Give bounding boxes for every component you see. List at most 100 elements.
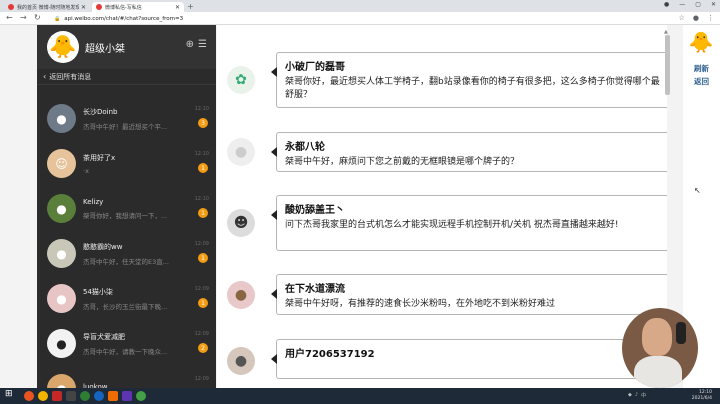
url-text: api.weibo.com/chat/#/chat?source_from=3 bbox=[64, 15, 184, 22]
close-icon[interactable]: ✕ bbox=[175, 4, 180, 11]
input-method-icon[interactable]: 中 bbox=[641, 392, 646, 399]
network-icon[interactable]: ◆ bbox=[628, 392, 632, 399]
message-bubble: 在下水道漂流 桀哥中午好呀，有推荐的速食长沙米粉吗，在外地吃不到米粉好难过 bbox=[271, 274, 667, 315]
conversation-item[interactable]: ● luokow 12:09 bbox=[37, 366, 216, 388]
profile-icon[interactable]: ● bbox=[693, 14, 699, 22]
chevron-left-icon: ‹ bbox=[43, 72, 47, 81]
new-tab-button[interactable]: + bbox=[187, 2, 194, 11]
volume-icon[interactable]: ♪ bbox=[635, 392, 638, 399]
avatar: ● bbox=[227, 138, 255, 166]
message-username[interactable]: 用户7206537192 bbox=[285, 345, 660, 360]
browser-tab-weibo-chat[interactable]: 微博私信-写私信 ✕ bbox=[92, 2, 184, 12]
message-bubble: 永都八轮 桀哥中午好，麻烦问下您之前戴的无框眼镜是哪个牌子的？ bbox=[271, 132, 667, 172]
conversation-item[interactable]: ● 憨憨霸的ww 杰哥中午好，任天堂的E3直... 12:09 1 bbox=[37, 231, 216, 276]
chrome-icon[interactable] bbox=[38, 391, 48, 401]
avatar: ✿ bbox=[227, 66, 255, 94]
folder-icon[interactable] bbox=[108, 391, 118, 401]
minimize-icon[interactable]: — bbox=[679, 1, 685, 8]
back-label: 返回所有消息 bbox=[49, 72, 92, 81]
feed-scrollbar[interactable] bbox=[665, 35, 670, 95]
weibo-favicon-icon bbox=[8, 4, 14, 10]
message-username[interactable]: 永都八轮 bbox=[285, 138, 660, 153]
tab-title: 我的首页 微博-随时随地发现新鲜事 bbox=[17, 4, 79, 11]
avatar: ● bbox=[47, 284, 76, 313]
app-icon[interactable] bbox=[94, 391, 104, 401]
conversation-name: 茶用好了x bbox=[83, 153, 116, 162]
duck-icon: 🐥 bbox=[687, 28, 715, 56]
forward-icon[interactable]: → bbox=[20, 13, 27, 22]
conversation-item[interactable]: ● 长沙Doinb 杰哥中午好！最近想买个平... 12:10 3 bbox=[37, 96, 216, 141]
avatar: ● bbox=[227, 347, 255, 375]
refresh-link[interactable]: 刷新 bbox=[694, 63, 709, 74]
message-bubble: 用户7206537192 bbox=[271, 339, 667, 379]
conversation-preview: 杰哥中午好！最近想买个平... bbox=[83, 122, 168, 131]
conversation-time: 12:09 bbox=[194, 376, 209, 382]
chat-header: 🐥 超级小桀 ⊕ ☰ bbox=[37, 25, 216, 69]
avatar: ● bbox=[47, 239, 76, 268]
conversation-name: 54猫小柒 bbox=[83, 287, 113, 296]
message-text: 桀哥中午好，麻烦问下您之前戴的无框眼镜是哪个牌子的？ bbox=[285, 157, 520, 167]
maximize-icon[interactable]: ▢ bbox=[695, 1, 701, 8]
message-username[interactable]: 在下水道漂流 bbox=[285, 280, 660, 295]
conversation-time: 12:09 bbox=[194, 331, 209, 337]
system-tray: ◆ ♪ 中 bbox=[628, 392, 646, 399]
more-icon[interactable]: ⋮ bbox=[707, 14, 714, 22]
app-icon[interactable] bbox=[80, 391, 90, 401]
plus-circle-icon[interactable]: ⊕ bbox=[186, 39, 194, 50]
conversation-time: 12:10 bbox=[194, 151, 209, 157]
avatar: ☺ bbox=[47, 149, 76, 178]
back-to-all-messages[interactable]: ‹ 返回所有消息 bbox=[37, 69, 216, 85]
close-window-icon[interactable]: ✕ bbox=[711, 1, 716, 8]
conversation-preview: 杰哥中午好，任天堂的E3直... bbox=[83, 257, 169, 266]
app-icon[interactable] bbox=[52, 391, 62, 401]
conversation-item[interactable]: ● Kelizy 桀哥你好，我想请问一下，... 12:10 1 bbox=[37, 186, 216, 231]
conversation-item[interactable]: ☺ 茶用好了x ·x 12:10 1 bbox=[37, 141, 216, 186]
conversation-time: 12:10 bbox=[194, 106, 209, 112]
message-text: 桀哥你好，最近想买人体工学椅子，翻b站录像看你的椅子有很多把，这么多椅子你觉得哪… bbox=[285, 77, 660, 100]
taskbar: ⊞ ◆ ♪ 中 12:10 2021/6/4 bbox=[0, 388, 720, 404]
avatar: ● bbox=[47, 329, 76, 358]
message-bubble: 酸奶舔盖王丶 问下杰哥我家里的台式机怎么才能实现远程手机控制开机/关机 祝杰哥直… bbox=[271, 195, 667, 251]
address-bar[interactable]: 🔒 api.weibo.com/chat/#/chat?source_from=… bbox=[54, 14, 640, 23]
mouse-cursor-icon: ↖ bbox=[694, 186, 701, 195]
conversation-preview: ·x bbox=[83, 166, 89, 175]
taskbar-clock[interactable]: 12:10 2021/6/4 bbox=[692, 390, 712, 402]
avatar: ● bbox=[47, 194, 76, 223]
chat-owner-name: 超级小桀 bbox=[85, 43, 125, 55]
clock-date: 2021/6/4 bbox=[691, 396, 712, 401]
windows-start-icon[interactable]: ⊞ bbox=[5, 389, 15, 399]
back-icon[interactable]: ← bbox=[6, 13, 13, 22]
unread-badge: 3 bbox=[198, 118, 208, 128]
avatar: ● bbox=[227, 281, 255, 309]
app-icon[interactable] bbox=[122, 391, 132, 401]
lock-icon: 🔒 bbox=[54, 15, 61, 22]
return-link[interactable]: 返回 bbox=[694, 76, 709, 87]
browser-tab-weibo-home[interactable]: 我的首页 微博-随时随地发现新鲜事 ✕ bbox=[4, 2, 90, 12]
avatar: ☻ bbox=[227, 209, 255, 237]
weibo-favicon-icon bbox=[96, 4, 102, 10]
conversation-item[interactable]: ● 54猫小柒 杰哥，长沙的玉兰街最下晚... 12:09 1 bbox=[37, 276, 216, 321]
conversation-preview: 杰哥中午好，请教一下晚众... bbox=[83, 347, 168, 356]
conversation-name: Kelizy bbox=[83, 197, 104, 206]
chat-list-panel: 🐥 超级小桀 ⊕ ☰ ‹ 返回所有消息 ● 长沙Doinb 杰哥中午好！最近想买… bbox=[37, 25, 216, 388]
duck-icon: 🐥 bbox=[47, 31, 79, 63]
message-username[interactable]: 小破厂的磊哥 bbox=[285, 58, 660, 73]
app-icon[interactable] bbox=[66, 391, 76, 401]
list-icon[interactable]: ☰ bbox=[198, 39, 207, 50]
reload-icon[interactable]: ↻ bbox=[34, 13, 41, 22]
conversation-preview: 杰哥，长沙的玉兰街最下晚... bbox=[83, 302, 168, 311]
account-icon[interactable]: ● bbox=[664, 1, 669, 8]
close-icon[interactable]: ✕ bbox=[81, 4, 86, 11]
message-username[interactable]: 酸奶舔盖王丶 bbox=[285, 201, 660, 216]
toolbar-actions: ☆ ● ⋮ bbox=[679, 14, 714, 22]
unread-badge: 1 bbox=[198, 253, 208, 263]
webcam-body bbox=[634, 356, 682, 388]
star-icon[interactable]: ☆ bbox=[679, 14, 685, 22]
conversation-item[interactable]: ● 导盲犬爱减肥 杰哥中午好，请教一下晚众... 12:09 2 bbox=[37, 321, 216, 366]
conversation-preview: 桀哥你好，我想请问一下，... bbox=[83, 211, 168, 220]
app-icon[interactable] bbox=[24, 391, 34, 401]
app-icon[interactable] bbox=[136, 391, 146, 401]
avatar: ● bbox=[47, 374, 76, 388]
unread-badge: 1 bbox=[198, 298, 208, 308]
message-text: 问下杰哥我家里的台式机怎么才能实现远程手机控制开机/关机 祝杰哥直播越来越好! bbox=[285, 220, 619, 230]
